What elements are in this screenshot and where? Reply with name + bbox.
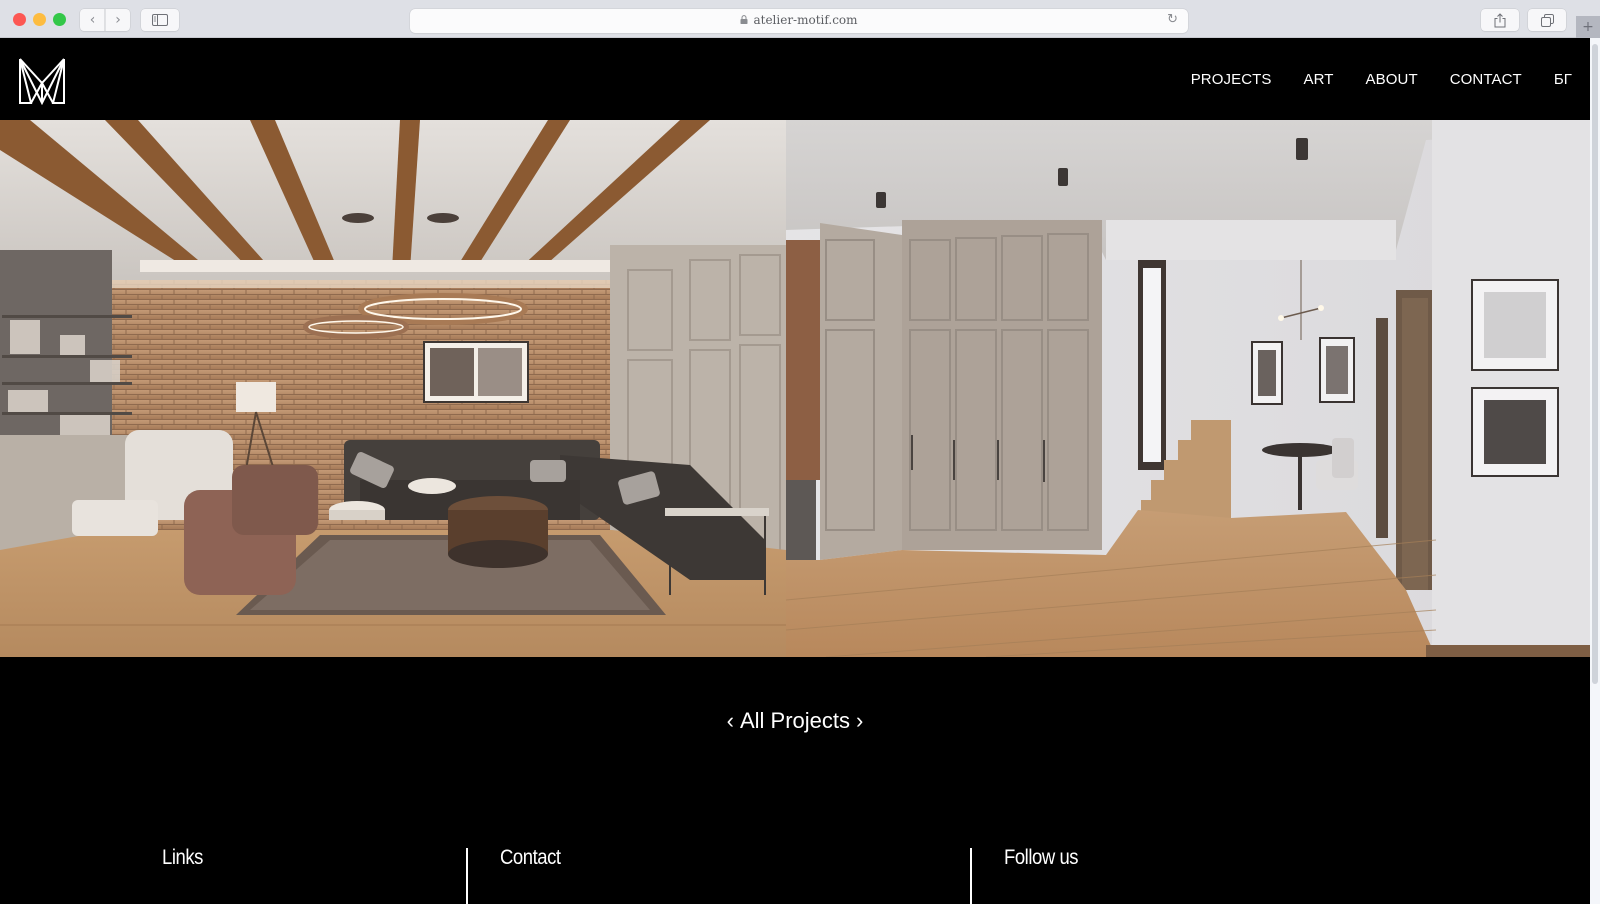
footer-links-heading: Links — [162, 846, 203, 869]
footer-links-column: Links — [162, 846, 209, 904]
browser-toolbar: ‹ › atelier-motif.com ↻ + — [0, 0, 1600, 38]
project-pagination: ‹ All Projects › — [0, 708, 1590, 734]
address-bar[interactable]: atelier-motif.com ↻ — [410, 9, 1188, 33]
nav-language-bg[interactable]: БГ — [1554, 71, 1572, 88]
main-nav: PROJECTS ART ABOUT CONTACT БГ — [1159, 71, 1572, 88]
share-button[interactable] — [1481, 9, 1519, 31]
page-scrollbar[interactable] — [1590, 38, 1600, 904]
plus-icon: + — [1582, 19, 1594, 35]
reload-icon[interactable]: ↻ — [1167, 12, 1178, 27]
close-window-button[interactable] — [13, 13, 26, 26]
all-projects-link[interactable]: All Projects — [740, 708, 850, 733]
zoom-window-button[interactable] — [53, 13, 66, 26]
next-project-button[interactable]: › — [850, 708, 869, 734]
gallery-image-hallway[interactable] — [786, 120, 1590, 657]
url-text: atelier-motif.com — [753, 13, 858, 27]
nav-projects[interactable]: PROJECTS — [1191, 71, 1272, 88]
site-logo[interactable] — [18, 57, 66, 106]
sidebar-toggle-button[interactable] — [141, 9, 179, 31]
site-header: PROJECTS ART ABOUT CONTACT БГ — [0, 38, 1590, 120]
chevron-right-icon: › — [115, 12, 121, 28]
chevron-left-icon: ‹ — [89, 12, 96, 28]
nav-art[interactable]: ART — [1304, 71, 1334, 88]
footer-follow-heading: Follow us — [1004, 846, 1079, 869]
footer-divider — [970, 848, 972, 904]
project-gallery — [0, 120, 1590, 657]
previous-project-button[interactable]: ‹ — [721, 708, 740, 734]
hallway-rendering — [786, 120, 1590, 657]
back-button[interactable]: ‹ — [80, 9, 105, 31]
nav-contact[interactable]: CONTACT — [1450, 71, 1522, 88]
footer-divider — [466, 848, 468, 904]
minimize-window-button[interactable] — [33, 13, 46, 26]
share-icon — [1494, 12, 1506, 27]
footer-follow-column: Follow us — [1004, 846, 1088, 904]
scrollbar-thumb[interactable] — [1592, 44, 1598, 684]
footer-contact-heading: Contact — [500, 846, 561, 869]
sidebar-icon — [152, 14, 168, 26]
logo-m-icon — [19, 58, 65, 106]
new-tab-button[interactable]: + — [1576, 16, 1600, 38]
nav-about[interactable]: ABOUT — [1366, 71, 1418, 88]
site-footer: Links Contact Follow us — [0, 840, 1590, 904]
living-room-rendering — [0, 120, 786, 657]
footer-contact-column: Contact — [500, 846, 569, 904]
lock-icon — [740, 15, 748, 24]
gallery-image-living-room[interactable] — [0, 120, 786, 657]
tabs-icon — [1540, 13, 1554, 27]
show-tabs-button[interactable] — [1528, 9, 1566, 31]
forward-button[interactable]: › — [105, 9, 130, 31]
